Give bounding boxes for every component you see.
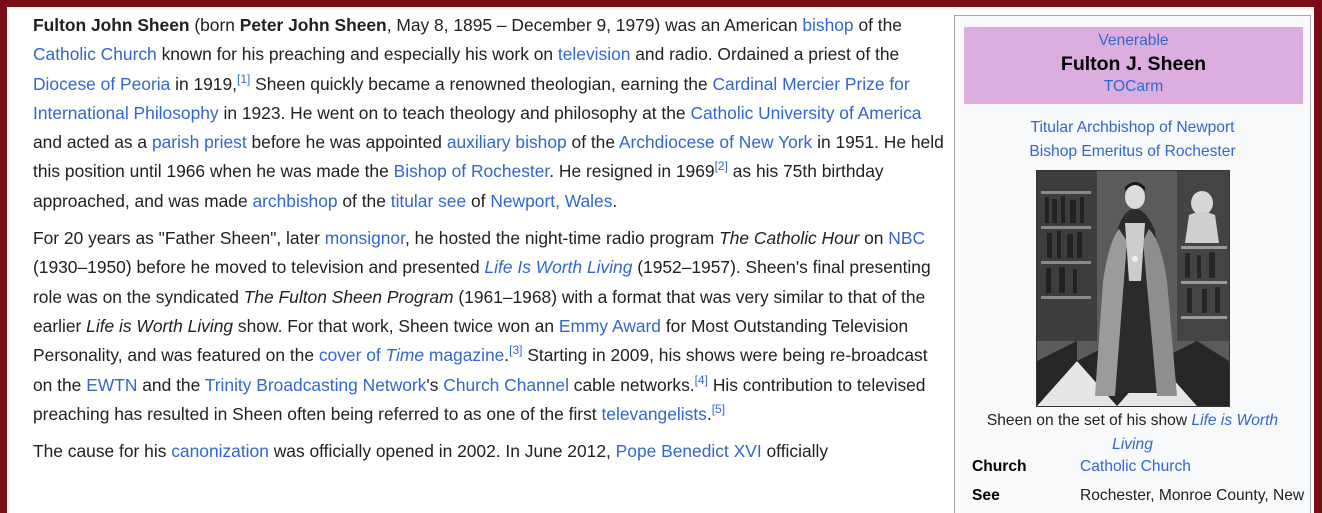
text: show. For that work, Sheen twice won an bbox=[233, 315, 559, 336]
link-pope-benedict-xvi[interactable]: Pope Benedict XVI bbox=[616, 441, 762, 461]
reference-3[interactable]: [3] bbox=[509, 343, 522, 357]
link-bishop-emeritus[interactable]: Bishop Emeritus of Rochester bbox=[1029, 143, 1235, 160]
text: cable networks. bbox=[568, 374, 695, 395]
text: . He resigned in 1969 bbox=[549, 161, 715, 182]
reference-2[interactable]: [2] bbox=[715, 160, 728, 174]
link-canonization[interactable]: canonization bbox=[171, 441, 269, 461]
link-parish-priest[interactable]: parish priest bbox=[152, 132, 247, 152]
text: For 20 years as "Father Sheen", later bbox=[33, 228, 325, 249]
text: was officially opened in 2002. In June 2… bbox=[268, 441, 616, 462]
text: and acted as a bbox=[33, 132, 152, 153]
reference-4[interactable]: [4] bbox=[695, 373, 708, 387]
row-value: Rochester, Monroe County, New bbox=[1080, 487, 1305, 504]
text: of the bbox=[337, 190, 391, 211]
link-church-channel[interactable]: Church Channel bbox=[443, 375, 569, 395]
link-television[interactable]: television bbox=[558, 44, 631, 64]
portrait-photo[interactable] bbox=[1035, 170, 1230, 407]
link-emmy-award[interactable]: Emmy Award bbox=[559, 316, 661, 336]
reference-1[interactable]: [1] bbox=[237, 72, 250, 86]
paragraph-broadcasting: For 20 years as "Father Sheen", later mo… bbox=[33, 224, 945, 429]
text: Sheen quickly became a renowned theologi… bbox=[250, 73, 713, 94]
text: (1930–1950) before he moved to televisio… bbox=[33, 257, 485, 278]
link-text: Time bbox=[385, 345, 425, 366]
link-text: magazine bbox=[424, 345, 505, 366]
row-label: See bbox=[972, 487, 1000, 504]
link-ewtn[interactable]: EWTN bbox=[86, 375, 137, 395]
link-archbishop[interactable]: archbishop bbox=[252, 191, 337, 211]
portrait-caption: Sheen on the set of his show Life is Wor… bbox=[965, 409, 1300, 457]
text: and the bbox=[137, 374, 205, 395]
infobox-row-church: Church Catholic Church bbox=[965, 458, 1310, 487]
link-trinity-broadcasting[interactable]: Trinity Broadcasting Network bbox=[205, 375, 427, 395]
text: (born bbox=[189, 15, 240, 35]
text: known for his preaching and especially h… bbox=[156, 44, 558, 65]
row-label: Church bbox=[972, 458, 1027, 475]
paragraph-intro: Fulton John Sheen (born Peter John Sheen… bbox=[33, 11, 945, 216]
text: . bbox=[612, 190, 618, 211]
text: officially bbox=[761, 441, 829, 462]
text: of the bbox=[853, 15, 902, 35]
text: in 1919, bbox=[170, 73, 237, 94]
link-televangelists[interactable]: televangelists bbox=[601, 404, 706, 424]
text: 's bbox=[426, 374, 444, 395]
link-catholic-church[interactable]: Catholic Church bbox=[33, 44, 157, 64]
link-venerable[interactable]: Venerable bbox=[1098, 32, 1168, 49]
link-monsignor[interactable]: monsignor bbox=[325, 228, 405, 248]
link-life-is-worth-living[interactable]: Life Is Worth Living bbox=[485, 257, 633, 277]
birth-name: Peter John Sheen bbox=[239, 15, 387, 35]
link-text: Life Is Worth Living bbox=[484, 257, 633, 278]
link-newport-wales[interactable]: Newport, Wales bbox=[490, 191, 612, 211]
link-archdiocese-new-york[interactable]: Archdiocese of New York bbox=[619, 132, 812, 152]
link-text: cover of bbox=[318, 345, 386, 366]
link-cover-of-time[interactable]: cover of Time magazine bbox=[319, 345, 504, 365]
title-life-is-worth-living: Life is Worth Living bbox=[86, 315, 234, 336]
text: The cause for his bbox=[33, 441, 172, 462]
paragraph-canonization: The cause for his canonization was offic… bbox=[33, 437, 945, 466]
infobox-title: Fulton J. Sheen bbox=[1060, 53, 1207, 75]
article-body: Fulton John Sheen (born Peter John Sheen… bbox=[33, 11, 945, 474]
link-auxiliary-bishop[interactable]: auxiliary bishop bbox=[447, 132, 567, 152]
text: on bbox=[859, 228, 889, 249]
infobox: Venerable Fulton J. Sheen TOCarm Titular… bbox=[954, 15, 1311, 513]
link-titular-see[interactable]: titular see bbox=[391, 191, 466, 211]
title-fulton-sheen-program: The Fulton Sheen Program bbox=[243, 286, 454, 307]
link-tocarm[interactable]: TOCarm bbox=[1104, 78, 1164, 95]
link-diocese-of-peoria[interactable]: Diocese of Peoria bbox=[33, 74, 170, 94]
link-catholic-university[interactable]: Catholic University of America bbox=[690, 103, 921, 123]
reference-5[interactable]: [5] bbox=[712, 402, 725, 416]
subject-name: Fulton John Sheen bbox=[33, 15, 190, 35]
infobox-header: Venerable Fulton J. Sheen TOCarm bbox=[964, 27, 1303, 104]
text: , May 8, 1895 – December 9, 1979) was an… bbox=[386, 15, 803, 35]
link-nbc[interactable]: NBC bbox=[888, 228, 925, 248]
text: , he hosted the night-time radio program bbox=[404, 228, 720, 249]
text: of bbox=[466, 190, 491, 211]
link-titular-archbishop[interactable]: Titular Archbishop of Newport bbox=[1031, 119, 1235, 136]
text: before he was appointed bbox=[246, 132, 447, 153]
link-bishop-of-rochester[interactable]: Bishop of Rochester bbox=[394, 161, 550, 181]
caption-text: Sheen on the set of his show bbox=[986, 412, 1192, 429]
text: of the bbox=[566, 132, 619, 153]
text: and radio. Ordained a priest of the bbox=[630, 44, 900, 65]
page: Fulton John Sheen (born Peter John Sheen… bbox=[7, 7, 1314, 513]
link-church-value[interactable]: Catholic Church bbox=[1080, 458, 1191, 476]
text: in 1923. He went on to teach theology an… bbox=[218, 102, 691, 123]
link-bishop[interactable]: bishop bbox=[802, 15, 853, 35]
title-catholic-hour: The Catholic Hour bbox=[719, 228, 860, 249]
infobox-row-see: See Rochester, Monroe County, New bbox=[965, 487, 1310, 513]
infobox-subtitles: Titular Archbishop of Newport Bishop Eme… bbox=[955, 116, 1310, 164]
